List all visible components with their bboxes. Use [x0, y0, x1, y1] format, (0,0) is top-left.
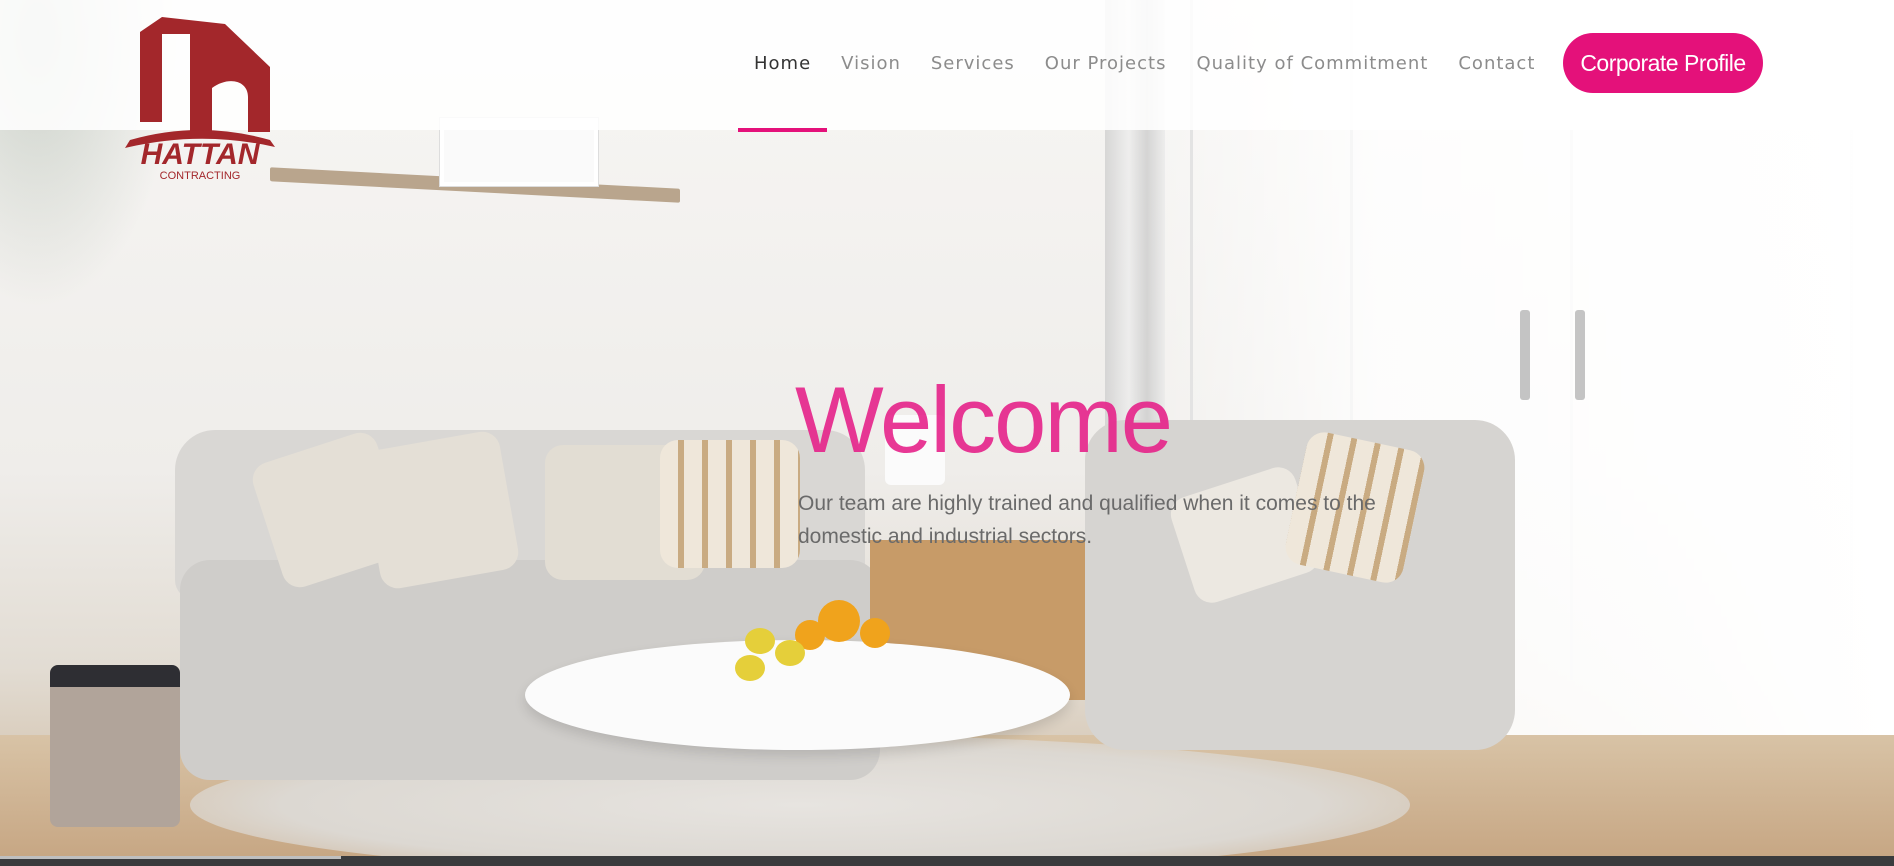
slider-progress-fill: [0, 856, 341, 859]
hero-tagline: Our team are highly trained and qualifie…: [798, 492, 1376, 548]
slider-progress-bar: [0, 856, 1894, 866]
logo-wordmark: HATTAN: [141, 138, 261, 171]
nav-services[interactable]: Services: [931, 0, 1015, 130]
nav-contact[interactable]: Contact: [1458, 0, 1535, 130]
nav-vision[interactable]: Vision: [841, 0, 901, 130]
storage-basket: [50, 665, 180, 827]
hattan-logo[interactable]: HATTAN CONTRACTING: [100, 12, 300, 202]
corporate-profile-button[interactable]: Corporate Profile: [1563, 33, 1763, 93]
nav-our-projects[interactable]: Our Projects: [1045, 0, 1167, 130]
nav-quality-of-commitment[interactable]: Quality of Commitment: [1196, 0, 1428, 130]
hero-title: Welcome: [795, 367, 1173, 472]
main-nav: Home Vision Services Our Projects Qualit…: [737, 0, 1565, 132]
nav-home[interactable]: Home: [737, 0, 828, 132]
logo-subtitle: CONTRACTING: [160, 170, 241, 182]
